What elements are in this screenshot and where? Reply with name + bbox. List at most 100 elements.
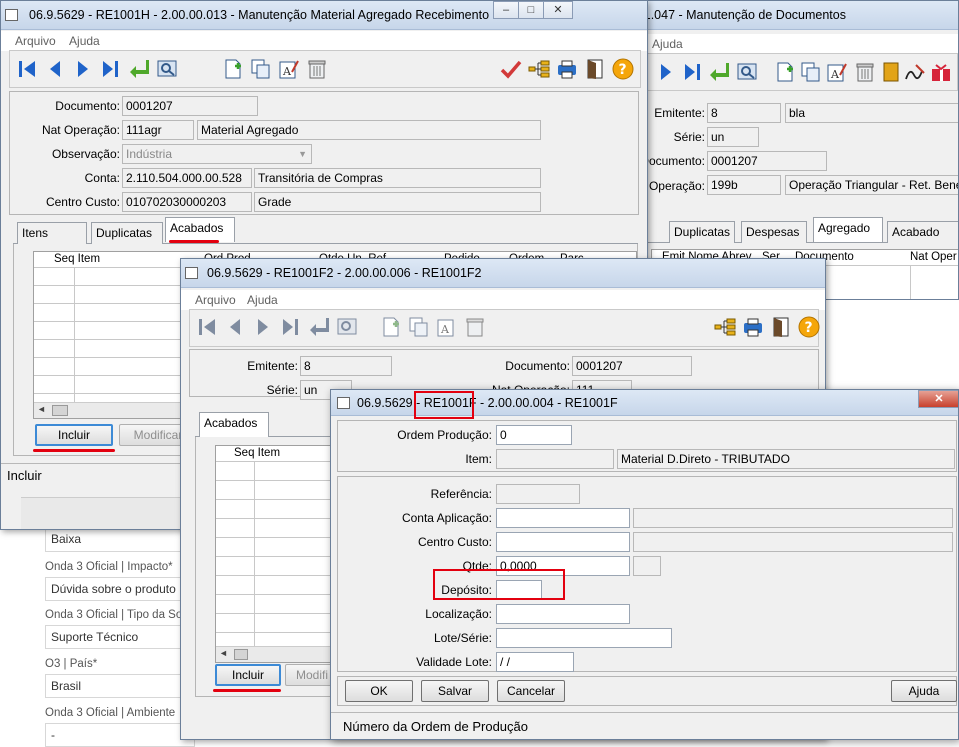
previous-record-icon[interactable] bbox=[224, 316, 246, 338]
last-record-icon[interactable] bbox=[100, 58, 122, 80]
serie-field[interactable]: un bbox=[707, 127, 759, 147]
menu-arquivo[interactable]: Arquivo bbox=[195, 290, 236, 310]
menu-ajuda[interactable]: Ajuda bbox=[69, 31, 100, 51]
window-title: 06.9.5629 - RE1001H - 2.00.00.013 - Manu… bbox=[29, 8, 490, 22]
emitente-field[interactable]: 8 bbox=[300, 356, 392, 376]
incluir-button[interactable]: Incluir bbox=[215, 664, 281, 686]
cancelar-button[interactable]: Cancelar bbox=[497, 680, 565, 702]
tab-acabados[interactable]: Acabados bbox=[165, 217, 235, 242]
maximize-button[interactable]: □ bbox=[518, 1, 544, 19]
copy-icon[interactable] bbox=[250, 58, 272, 80]
last-record-icon[interactable] bbox=[682, 61, 704, 83]
help-icon[interactable]: ? bbox=[798, 316, 820, 338]
tab-duplicatas[interactable]: Duplicatas bbox=[669, 221, 735, 243]
tab-acabado[interactable]: Acabado bbox=[887, 221, 958, 243]
tab-agregado[interactable]: Agregado bbox=[813, 217, 883, 242]
last-record-icon[interactable] bbox=[280, 316, 302, 338]
col-seq-item: Seq Item bbox=[234, 447, 281, 459]
item-code-field[interactable] bbox=[496, 449, 614, 469]
natop-field[interactable]: 199b bbox=[707, 175, 781, 195]
search-icon[interactable] bbox=[156, 58, 178, 80]
menu-help[interactable]: Ajuda bbox=[652, 34, 683, 54]
menu-ajuda[interactable]: Ajuda bbox=[247, 290, 278, 310]
form-field-country[interactable]: O3 | País* Brasil bbox=[45, 657, 195, 698]
signature-icon[interactable] bbox=[904, 61, 926, 83]
scroll-left-icon[interactable]: ◄ bbox=[219, 648, 228, 658]
observacao-select[interactable]: Indústria ▼ bbox=[122, 144, 312, 164]
documento-field[interactable]: 0001207 bbox=[707, 151, 827, 171]
centro-custo-desc-field: Grade bbox=[254, 192, 541, 212]
tab-itens[interactable]: Itens bbox=[17, 222, 87, 244]
app-icon bbox=[337, 397, 350, 409]
goto-icon[interactable] bbox=[308, 316, 330, 338]
new-record-icon[interactable] bbox=[774, 61, 796, 83]
exit-icon[interactable] bbox=[770, 316, 792, 338]
col-seq-item: Seq Item bbox=[54, 253, 101, 265]
goto-icon[interactable] bbox=[708, 61, 730, 83]
scroll-left-icon[interactable]: ◄ bbox=[37, 404, 46, 414]
documento-field[interactable]: 0001207 bbox=[122, 96, 258, 116]
ok-button[interactable]: OK bbox=[345, 680, 413, 702]
close-button[interactable]: ✕ bbox=[543, 1, 573, 19]
natop-field[interactable]: 111agr bbox=[122, 120, 194, 140]
lote-serie-field[interactable] bbox=[496, 628, 672, 648]
next-record-icon[interactable] bbox=[252, 316, 274, 338]
form-field-environment[interactable]: Onda 3 Oficial | Ambiente - bbox=[45, 706, 195, 747]
edit-icon[interactable]: A bbox=[436, 316, 458, 338]
next-record-icon[interactable] bbox=[72, 58, 94, 80]
tab-despesas[interactable]: Despesas bbox=[741, 221, 807, 243]
minimize-button[interactable]: – bbox=[493, 1, 519, 19]
documento-field[interactable]: 0001207 bbox=[572, 356, 692, 376]
search-icon[interactable] bbox=[736, 61, 758, 83]
print-icon[interactable] bbox=[742, 316, 764, 338]
conta-aplicacao-field[interactable] bbox=[496, 508, 630, 528]
exit-icon[interactable] bbox=[584, 58, 606, 80]
next-record-icon[interactable] bbox=[656, 61, 678, 83]
validade-lote-field[interactable]: / / bbox=[496, 652, 574, 672]
first-record-icon[interactable] bbox=[196, 316, 218, 338]
gift-icon[interactable] bbox=[930, 61, 952, 83]
menu-arquivo[interactable]: Arquivo bbox=[15, 31, 56, 51]
centro-custo-field[interactable] bbox=[496, 532, 630, 552]
natop-desc-field: Material Agregado bbox=[197, 120, 541, 140]
title-bar[interactable]: 06.9.5629 - RE1001F2 - 2.00.00.006 - RE1… bbox=[181, 259, 825, 288]
new-record-icon[interactable] bbox=[222, 58, 244, 80]
delete-icon[interactable] bbox=[464, 316, 486, 338]
goto-icon[interactable] bbox=[128, 58, 150, 80]
form-field-request-type[interactable]: Onda 3 Oficial | Tipo da Solicitaç Supor… bbox=[45, 608, 211, 649]
delete-icon[interactable] bbox=[306, 58, 328, 80]
ordem-producao-field[interactable]: 0 bbox=[496, 425, 572, 445]
print-icon[interactable] bbox=[556, 58, 578, 80]
emitente-field[interactable]: 8 bbox=[707, 103, 781, 123]
first-record-icon[interactable] bbox=[16, 58, 38, 80]
book-icon[interactable] bbox=[880, 61, 902, 83]
edit-icon[interactable]: A bbox=[278, 58, 300, 80]
ajuda-button[interactable]: Ajuda bbox=[891, 680, 957, 702]
hierarchy-icon[interactable] bbox=[528, 58, 550, 80]
conta-field[interactable]: 2.110.504.000.00.528 bbox=[122, 168, 252, 188]
title-bar[interactable]: 06.9.5629 - RE1001H - 2.00.00.013 - Manu… bbox=[1, 1, 647, 30]
referencia-field[interactable] bbox=[496, 484, 580, 504]
scroll-thumb[interactable] bbox=[52, 405, 68, 416]
centro-custo-field[interactable]: 010702030000203 bbox=[122, 192, 252, 212]
confirm-icon[interactable] bbox=[500, 58, 522, 80]
scroll-thumb[interactable] bbox=[234, 649, 248, 660]
previous-record-icon[interactable] bbox=[44, 58, 66, 80]
new-record-icon[interactable] bbox=[380, 316, 402, 338]
detail-panel: Referência: Conta Aplicação: Centro Cust… bbox=[337, 476, 957, 672]
help-icon[interactable]: ? bbox=[612, 58, 634, 80]
copy-icon[interactable] bbox=[408, 316, 430, 338]
hierarchy-icon[interactable] bbox=[714, 316, 736, 338]
form-field-priority[interactable]: Baixa bbox=[45, 528, 195, 552]
tab-acabados[interactable]: Acabados bbox=[199, 412, 269, 437]
delete-icon[interactable] bbox=[854, 61, 876, 83]
search-icon[interactable] bbox=[336, 316, 358, 338]
copy-icon[interactable] bbox=[800, 61, 822, 83]
incluir-button[interactable]: Incluir bbox=[35, 424, 113, 446]
edit-icon[interactable]: A bbox=[826, 61, 848, 83]
form-field-impact[interactable]: Onda 3 Oficial | Impacto* Dúvida sobre o… bbox=[45, 560, 195, 601]
localizacao-field[interactable] bbox=[496, 604, 630, 624]
close-button[interactable]: ✕ bbox=[918, 390, 958, 408]
tab-duplicatas[interactable]: Duplicatas bbox=[91, 222, 163, 244]
salvar-button[interactable]: Salvar bbox=[421, 680, 489, 702]
